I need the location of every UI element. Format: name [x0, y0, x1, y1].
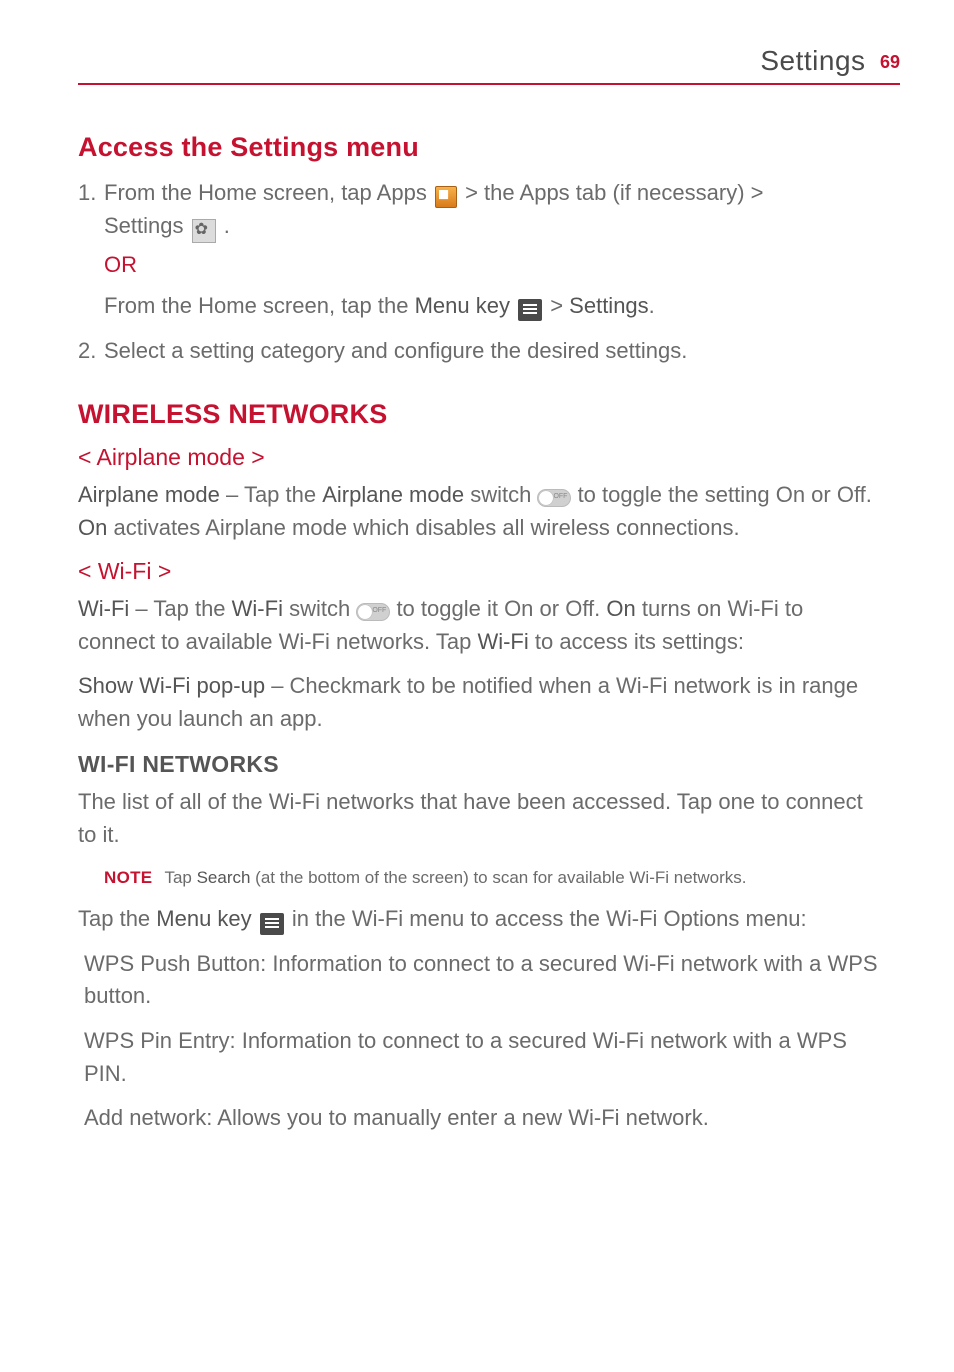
airplane-bold-2: Airplane mode — [322, 482, 464, 507]
step-1-number: 1. — [78, 177, 96, 210]
wifi-options-intro: Tap the Menu key in the Wi-Fi menu to ac… — [78, 903, 880, 936]
menu-key-icon — [260, 913, 284, 935]
note-label: NOTE — [104, 868, 152, 887]
page-content: Access the Settings menu 1. From the Hom… — [78, 132, 880, 1147]
wifi-text-3: to toggle it On or Off. — [390, 596, 606, 621]
step-1: 1. From the Home screen, tap Apps > the … — [78, 177, 880, 242]
wifi-text-2: switch — [283, 596, 356, 621]
alt-text-a: From the Home screen, tap the — [104, 293, 415, 318]
wifi-opt-c: in the Wi-Fi menu to access the Wi-Fi Op… — [286, 906, 807, 931]
wifi-bold-2: Wi-Fi — [232, 596, 283, 621]
airplane-mode-paragraph: Airplane mode – Tap the Airplane mode sw… — [78, 479, 880, 544]
wifi-opt-a: Tap the — [78, 906, 156, 931]
heading-wifi: < Wi-Fi > — [78, 558, 880, 585]
step-2-number: 2. — [78, 335, 96, 368]
wifi-popup-bold: Show Wi-Fi pop-up — [78, 673, 265, 698]
airplane-text-4: activates Airplane mode which disables a… — [107, 515, 739, 540]
wifi-paragraph-1: Wi-Fi – Tap the Wi-Fi switch to toggle i… — [78, 593, 880, 658]
note-text-a: Tap — [164, 868, 196, 887]
wps-pin-entry-item: WPS Pin Entry: Information to connect to… — [84, 1025, 880, 1090]
page-number: 69 — [880, 52, 900, 72]
wifi-bold-4: Wi-Fi — [477, 629, 528, 654]
alt-step: From the Home screen, tap the Menu key >… — [78, 290, 880, 323]
airplane-text-3: to toggle the setting On or Off. — [571, 482, 871, 507]
wifi-bold-3: On — [606, 596, 635, 621]
wps-push-button-item: WPS Push Button: Information to connect … — [84, 948, 880, 1013]
wps-push-bold: WPS Push Button — [84, 951, 260, 976]
step-1-text-a: From the Home screen, tap — [104, 180, 377, 205]
step-1-text-e: . — [218, 213, 230, 238]
wifi-networks-paragraph: The list of all of the Wi-Fi networks th… — [78, 786, 880, 851]
heading-wireless-networks: WIRELESS NETWORKS — [78, 399, 880, 430]
step-1-text-c: > the — [465, 180, 519, 205]
add-network-bold: Add network — [84, 1105, 206, 1130]
settings-icon — [192, 219, 216, 243]
airplane-text-1: – Tap the — [220, 482, 322, 507]
alt-text-b: > — [544, 293, 569, 318]
airplane-bold-3: On — [78, 515, 107, 540]
heading-airplane-mode: < Airplane mode > — [78, 444, 880, 471]
note-bold: Search — [197, 868, 251, 887]
note-text-c: (at the bottom of the screen) to scan fo… — [250, 868, 746, 887]
heading-wifi-networks: WI-FI NETWORKS — [78, 751, 880, 778]
step-1-apps-label: Apps — [377, 180, 427, 205]
alt-menu-label: Menu key — [415, 293, 510, 318]
section-title: Settings — [760, 45, 865, 76]
airplane-text-2: switch — [464, 482, 537, 507]
heading-access-settings: Access the Settings menu — [78, 132, 880, 163]
step-2: 2. Select a setting category and configu… — [78, 335, 880, 368]
add-network-item: Add network: Allows you to manually ente… — [84, 1102, 880, 1135]
wifi-text-5: to access its settings: — [529, 629, 744, 654]
step-2-text: Select a setting category and configure … — [104, 338, 687, 363]
page-header: Settings 69 — [78, 45, 900, 85]
toggle-switch-icon — [537, 489, 571, 507]
wifi-text-1: – Tap the — [129, 596, 231, 621]
alt-text-c: . — [649, 293, 655, 318]
step-1-text-d: tab (if necessary) > — [570, 180, 764, 205]
apps-icon — [435, 186, 457, 208]
step-1-apps-tab: Apps — [520, 180, 570, 205]
add-network-text: : Allows you to manually enter a new Wi-… — [206, 1105, 709, 1130]
airplane-bold-1: Airplane mode — [78, 482, 220, 507]
wifi-bold-1: Wi-Fi — [78, 596, 129, 621]
note-row: NOTE Tap Search (at the bottom of the scr… — [104, 866, 880, 890]
menu-key-icon — [518, 299, 542, 321]
wifi-opt-menu-label: Menu key — [156, 906, 251, 931]
or-label: OR — [104, 252, 880, 278]
alt-settings-label: Settings — [569, 293, 649, 318]
toggle-switch-icon — [356, 603, 390, 621]
wps-pin-bold: WPS Pin Entry — [84, 1028, 229, 1053]
step-1-settings-label: Settings — [104, 213, 184, 238]
wifi-paragraph-2: Show Wi-Fi pop-up – Checkmark to be noti… — [78, 670, 880, 735]
